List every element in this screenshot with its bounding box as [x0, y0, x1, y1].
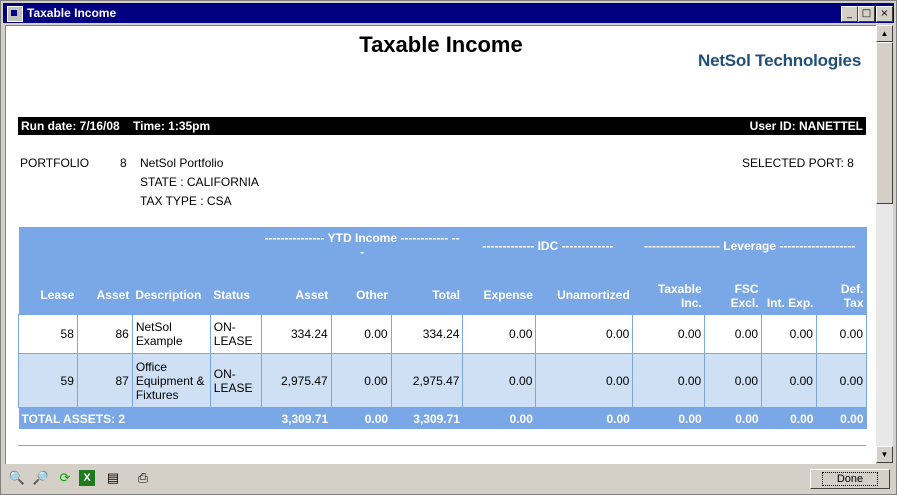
- total-ytd-asset: 3,309.71: [261, 407, 332, 429]
- table-row[interactable]: 58 86 NetSol Example ON-LEASE 334.24 0.0…: [18, 314, 868, 354]
- report-viewport: Taxable Income NetSol Technologies Run d…: [5, 25, 876, 464]
- col-int-exp[interactable]: Int. Exp.: [761, 262, 817, 315]
- cell-fsc-excl: 0.00: [704, 314, 763, 354]
- maximize-button[interactable]: □: [858, 6, 875, 22]
- scroll-up-arrow[interactable]: ▲: [876, 25, 893, 42]
- col-def-tax[interactable]: Def. Tax: [816, 262, 867, 315]
- col-ytd-asset[interactable]: Asset: [261, 262, 332, 315]
- col-taxable-inc[interactable]: Taxable Inc.: [632, 262, 705, 315]
- company-logo: NetSol Technologies: [698, 51, 862, 70]
- vertical-scrollbar[interactable]: ▲ ▼: [876, 25, 893, 463]
- col-description[interactable]: Description: [132, 262, 211, 315]
- cell-expense: 0.00: [462, 314, 537, 354]
- window-title: Taxable Income: [27, 6, 117, 20]
- cell-lease: 58: [18, 314, 78, 354]
- cell-lease: 59: [18, 353, 78, 408]
- user-id: User ID: NANETTEL: [749, 119, 863, 133]
- print-preview-icon[interactable]: ▤: [103, 468, 123, 488]
- divider: [18, 445, 866, 446]
- cell-asset: 87: [76, 353, 133, 408]
- refresh-icon[interactable]: ⟳: [55, 468, 75, 488]
- total-unamortized: 0.00: [535, 407, 633, 429]
- cell-taxable-inc: 0.00: [632, 314, 706, 354]
- cell-description: NetSol Example: [131, 314, 211, 354]
- total-int-exp: 0.00: [761, 407, 817, 429]
- done-label: Done: [821, 472, 879, 486]
- cell-int-exp: 0.00: [761, 314, 817, 354]
- excel-export-icon[interactable]: X: [79, 470, 95, 486]
- scroll-thumb[interactable]: [876, 42, 893, 204]
- close-button[interactable]: ×: [876, 6, 893, 22]
- cell-ytd-total: 2,975.47: [390, 353, 464, 408]
- run-date-time: Run date: 7/16/08 Time: 1:35pm: [21, 119, 211, 133]
- title-bar[interactable]: Taxable Income _ □ ×: [3, 3, 894, 23]
- table-row[interactable]: 59 87 Office Equipment & Fixtures ON-LEA…: [18, 353, 868, 408]
- total-expense: 0.00: [462, 407, 536, 429]
- col-fsc-excl[interactable]: FSC Excl.: [704, 262, 762, 315]
- total-def-tax: 0.00: [816, 407, 867, 429]
- cell-unamortized: 0.00: [535, 353, 634, 408]
- col-ytd-other[interactable]: Other: [331, 262, 392, 315]
- print-icon[interactable]: ⎙: [133, 468, 153, 488]
- minimize-button[interactable]: _: [841, 6, 858, 22]
- column-header-row: Lease Asset Description Status Asset Oth…: [18, 262, 867, 315]
- portfolio-number: 8: [120, 156, 127, 170]
- leverage-group: ------------------- Leverage -----------…: [632, 227, 867, 262]
- cell-ytd-other: 0.00: [330, 353, 392, 408]
- col-expense[interactable]: Expense: [462, 262, 536, 315]
- done-button[interactable]: Done: [810, 469, 890, 489]
- selected-port: SELECTED PORT: 8: [742, 156, 854, 170]
- tax-type-info: TAX TYPE : CSA: [140, 194, 232, 208]
- total-label: TOTAL ASSETS: 2: [18, 407, 262, 429]
- cell-description: Office Equipment & Fixtures: [131, 353, 211, 408]
- cell-expense: 0.00: [462, 353, 537, 408]
- total-ytd-other: 0.00: [331, 407, 392, 429]
- col-ytd-total[interactable]: Total: [391, 262, 463, 315]
- cell-int-exp: 0.00: [761, 353, 817, 408]
- col-status[interactable]: Status: [210, 262, 262, 315]
- portfolio-name: NetSol Portfolio: [140, 156, 224, 170]
- portfolio-label: PORTFOLIO: [20, 156, 90, 170]
- cell-fsc-excl: 0.00: [704, 353, 763, 408]
- ytd-income-group: --------------- YTD Income ------------ …: [261, 227, 463, 262]
- idc-group: ------------- IDC -------------: [462, 227, 633, 262]
- col-lease[interactable]: Lease: [18, 262, 78, 315]
- cell-taxable-inc: 0.00: [632, 353, 706, 408]
- total-taxable-inc: 0.00: [632, 407, 705, 429]
- group-header-row: --------------- YTD Income ------------ …: [18, 227, 867, 262]
- cell-ytd-asset: 334.24: [260, 314, 332, 354]
- zoom-in-icon[interactable]: 🔎: [31, 468, 51, 488]
- cell-ytd-other: 0.00: [330, 314, 392, 354]
- cell-ytd-asset: 2,975.47: [260, 353, 332, 408]
- report-window: Taxable Income _ □ × Taxable Income NetS…: [0, 0, 897, 495]
- total-ytd-total: 3,309.71: [391, 407, 463, 429]
- run-info-bar: Run date: 7/16/08 Time: 1:35pm User ID: …: [18, 117, 866, 135]
- zoom-out-icon[interactable]: 🔍: [7, 468, 27, 488]
- scroll-down-arrow[interactable]: ▼: [876, 446, 893, 463]
- cell-def-tax: 0.00: [815, 353, 868, 408]
- cell-unamortized: 0.00: [535, 314, 634, 354]
- total-row: TOTAL ASSETS: 2 3,309.71 0.00 3,309.71 0…: [18, 407, 867, 429]
- taxable-income-table: --------------- YTD Income ------------ …: [18, 227, 868, 429]
- total-fsc-excl: 0.00: [704, 407, 762, 429]
- col-unamortized[interactable]: Unamortized: [535, 262, 633, 315]
- col-asset[interactable]: Asset: [77, 262, 133, 315]
- state-info: STATE : CALIFORNIA: [140, 175, 259, 189]
- cell-asset: 86: [76, 314, 133, 354]
- cell-status: ON-LEASE: [209, 314, 262, 354]
- cell-ytd-total: 334.24: [390, 314, 464, 354]
- cell-status: ON-LEASE: [209, 353, 262, 408]
- cell-def-tax: 0.00: [815, 314, 868, 354]
- report-toolbar: 🔍 🔎 ⟳ X ▤ ⎙ Done: [3, 465, 894, 493]
- app-icon: [7, 6, 23, 22]
